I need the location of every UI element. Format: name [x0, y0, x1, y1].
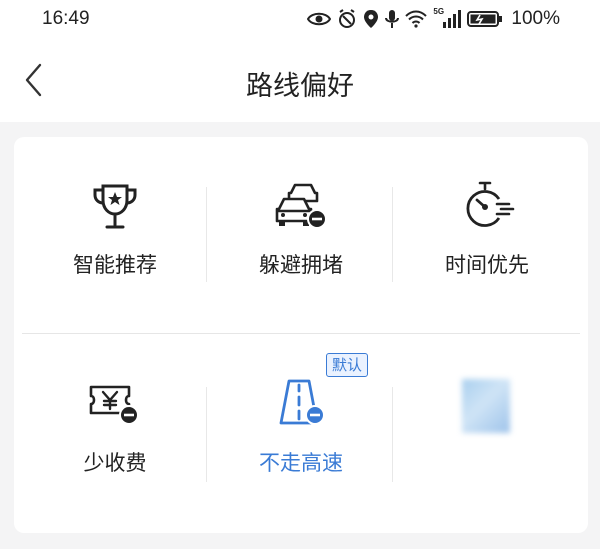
- option-label: [394, 447, 580, 473]
- default-badge: 默认: [326, 353, 369, 377]
- option-less-toll[interactable]: 少收费: [22, 375, 208, 477]
- toll-ticket-avoid-icon: [89, 385, 139, 425]
- option-label: 时间优先: [445, 253, 529, 277]
- battery-icon: [467, 10, 503, 28]
- route-preference-card: 智能推荐 躲避拥堵 时间优先 默认 少收费 不走高速: [14, 137, 588, 533]
- option-label: 少收费: [83, 451, 147, 475]
- wifi-icon: [405, 10, 428, 28]
- highway-avoid-icon: [279, 379, 325, 425]
- header: 路线偏好: [0, 40, 600, 122]
- location-icon: [363, 9, 379, 29]
- blurred-icon: [462, 379, 510, 433]
- signal-icon: 5G: [433, 7, 462, 29]
- option-label: 躲避拥堵: [259, 253, 343, 277]
- eye-icon: [307, 11, 332, 27]
- option-avoid-highway[interactable]: 不走高速: [208, 375, 394, 477]
- status-time: 16:49: [42, 8, 90, 29]
- page-title: 路线偏好: [246, 71, 354, 102]
- trophy-star-icon: [93, 184, 137, 229]
- alarm-off-icon: [337, 9, 357, 29]
- battery-percent: 100%: [511, 8, 560, 29]
- cars-avoid-icon: [275, 183, 327, 229]
- option-avoid-congestion[interactable]: 躲避拥堵: [208, 177, 394, 279]
- status-bar: 16:49 5G 100%: [0, 0, 600, 40]
- option-label: 智能推荐: [73, 253, 157, 277]
- option-blurred[interactable]: [394, 375, 580, 473]
- microphone-icon: [385, 9, 400, 29]
- option-label: 不走高速: [259, 451, 343, 475]
- option-time-priority[interactable]: 时间优先: [394, 177, 580, 279]
- option-smart-recommend[interactable]: 智能推荐: [22, 177, 208, 279]
- row-divider: [22, 333, 580, 334]
- status-icons: 5G 100%: [307, 7, 560, 30]
- stopwatch-fast-icon: [466, 181, 515, 227]
